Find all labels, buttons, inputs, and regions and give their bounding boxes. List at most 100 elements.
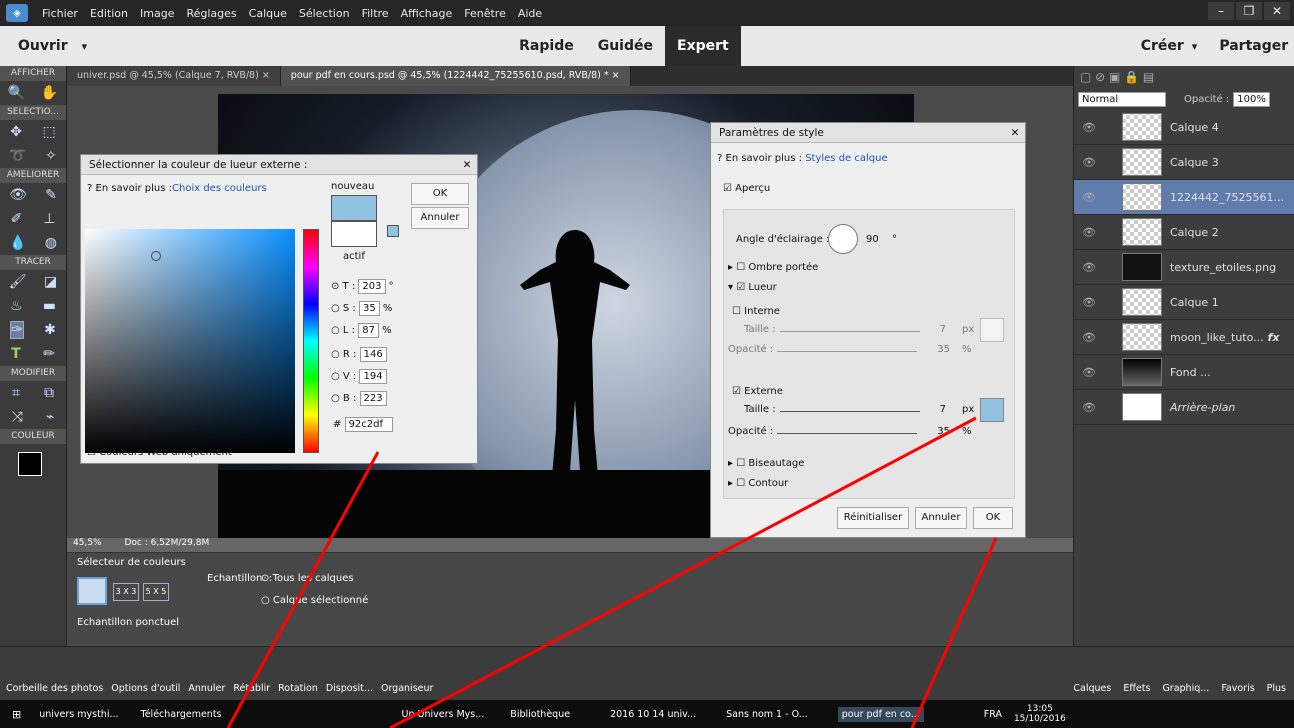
undo-button[interactable]: Annuler	[188, 683, 225, 694]
gradient-tool-icon[interactable]: ▬	[43, 298, 56, 314]
eye-icon[interactable]: 👁	[1082, 226, 1098, 239]
eye-icon[interactable]: 👁	[1082, 296, 1098, 309]
menu-reglages[interactable]: Réglages	[180, 7, 242, 20]
zoom-level[interactable]: 45,5%	[73, 538, 102, 548]
inner-color-swatch[interactable]	[980, 318, 1004, 342]
share-button[interactable]: Partager	[1219, 38, 1288, 54]
sample-5x5-button[interactable]: 5 X 5	[143, 583, 169, 601]
layer-row[interactable]: 👁 Calque 3	[1074, 145, 1294, 180]
menu-fichier[interactable]: Fichier	[36, 7, 84, 20]
smart-brush-icon[interactable]: ✐	[11, 211, 23, 227]
layer-row[interactable]: 👁 texture_etoiles.png	[1074, 250, 1294, 285]
sample-selected-radio[interactable]: ○ Calque sélectionné	[261, 595, 368, 606]
mode-guidee[interactable]: Guidée	[586, 26, 665, 66]
crop-tool-icon[interactable]: ⌗	[12, 385, 20, 401]
pencil-tool-icon[interactable]: ✏	[43, 346, 55, 362]
zoom-tool-icon[interactable]: 🔍	[8, 85, 25, 101]
menu-aide[interactable]: Aide	[512, 7, 548, 20]
hex-field[interactable]: 92c2df	[344, 417, 393, 432]
straighten-tool-icon[interactable]: ⌁	[46, 409, 54, 425]
eye-icon[interactable]: 👁	[1082, 366, 1098, 379]
foreground-color-swatch[interactable]	[18, 452, 42, 476]
menu-fenetre[interactable]: Fenêtre	[458, 7, 512, 20]
windows-start-icon[interactable]: ⊞	[12, 708, 21, 721]
text-tool-icon[interactable]: T	[11, 346, 21, 362]
drop-shadow-section[interactable]: ▸ ☐ Ombre portée	[728, 262, 818, 273]
bucket-tool-icon[interactable]: ♨	[10, 298, 23, 314]
menu-filtre[interactable]: Filtre	[356, 7, 395, 20]
angle-dial[interactable]	[828, 224, 858, 254]
inner-glow-checkbox[interactable]: ☐ Interne	[732, 306, 780, 317]
cancel-button[interactable]: Annuler	[915, 507, 967, 529]
inner-size-slider[interactable]	[779, 331, 920, 332]
layer-row[interactable]: 👁 Calque 4	[1074, 110, 1294, 145]
doc-tab-active[interactable]: pour pdf en cours.psd @ 45,5% (1224442_7…	[280, 66, 631, 86]
ok-button[interactable]: OK	[973, 507, 1013, 529]
hue-slider[interactable]	[303, 229, 319, 453]
sample-all-radio[interactable]: ⊙ Tous les calques	[261, 573, 354, 584]
color-cursor[interactable]	[151, 251, 161, 261]
outer-opacity-slider[interactable]	[777, 433, 918, 434]
hand-tool-icon[interactable]: ✋	[41, 85, 58, 101]
eyedropper-tool-icon[interactable]: ✑	[10, 321, 24, 339]
task-item[interactable]: Sans nom 1 - O...	[726, 709, 808, 720]
menu-affichage[interactable]: Affichage	[395, 7, 459, 20]
stamp-tool-icon[interactable]: ⊥	[43, 211, 55, 227]
layer-row[interactable]: 👁 Calque 1	[1074, 285, 1294, 320]
fx-icon[interactable]: fx	[1268, 331, 1280, 344]
layer-row[interactable]: 👁 moon_like_tuto... fx	[1074, 320, 1294, 355]
layout-button[interactable]: Disposit...	[326, 683, 373, 694]
favorites-panel-button[interactable]: Favoris	[1221, 683, 1254, 694]
language-indicator[interactable]: FRA	[984, 709, 1002, 720]
restore-icon[interactable]: ❐	[1236, 2, 1262, 20]
close-icon[interactable]: ✕	[1005, 123, 1025, 142]
opacity-field[interactable]: 100%	[1233, 91, 1270, 107]
photo-bin-button[interactable]: Corbeille des photos	[6, 683, 103, 694]
content-move-icon[interactable]: ⤨	[12, 409, 23, 425]
magic-wand-icon[interactable]: ✧	[45, 148, 57, 164]
style-help-link[interactable]: Styles de calque	[805, 153, 887, 164]
brush-tool-icon[interactable]: 🖌	[9, 274, 27, 290]
lum-field[interactable]: 87	[358, 323, 379, 338]
mode-rapide[interactable]: Rapide	[507, 26, 586, 66]
eye-icon[interactable]: 👁	[1082, 261, 1098, 274]
graphics-panel-button[interactable]: Graphiq...	[1162, 683, 1209, 694]
create-button[interactable]: Créer	[1141, 38, 1184, 54]
cancel-button[interactable]: Annuler	[411, 207, 469, 229]
effects-panel-button[interactable]: Effets	[1123, 683, 1150, 694]
task-item[interactable]: Téléchargements	[141, 709, 222, 720]
create-dropdown-icon[interactable]: ▾	[1192, 40, 1198, 53]
eraser-tool-icon[interactable]: ◪	[44, 274, 57, 290]
glow-section[interactable]: ▾ ☑ Lueur	[728, 282, 777, 293]
green-field[interactable]: 194	[359, 369, 387, 384]
blue-field[interactable]: 223	[359, 391, 387, 406]
ok-button[interactable]: OK	[411, 183, 469, 205]
doc-tab[interactable]: univer.psd @ 45,5% (Calque 7, RVB/8) ×	[67, 66, 281, 86]
open-dropdown-icon[interactable]: ▾	[68, 40, 88, 53]
eye-icon[interactable]: 👁	[1082, 191, 1098, 204]
blur-tool-icon[interactable]: 💧	[9, 235, 26, 251]
menu-calque[interactable]: Calque	[243, 7, 293, 20]
organizer-button[interactable]: Organiseur	[381, 683, 433, 694]
redo-button[interactable]: Rétablir	[233, 683, 270, 694]
layer-row[interactable]: 👁 Fond ...	[1074, 355, 1294, 390]
marquee-tool-icon[interactable]: ⬚	[43, 124, 56, 140]
eye-icon[interactable]: 👁	[1082, 401, 1098, 414]
sat-field[interactable]: 35	[358, 301, 380, 316]
inner-opacity-slider[interactable]	[777, 351, 918, 352]
layer-row[interactable]: 👁 Arrière-plan	[1074, 390, 1294, 425]
task-item[interactable]: Un Univers Mys...	[402, 709, 485, 720]
angle-value[interactable]: 90	[866, 234, 879, 245]
task-item[interactable]: 2016 10 14 univ...	[610, 709, 696, 720]
red-field[interactable]: 146	[359, 347, 387, 362]
current-color-swatch[interactable]	[331, 221, 377, 247]
color-field[interactable]	[85, 229, 295, 453]
rotate-button[interactable]: Rotation	[278, 683, 318, 694]
hue-field[interactable]: 203	[358, 279, 386, 294]
layer-row-selected[interactable]: 👁 1224442_7525561...	[1074, 180, 1294, 215]
mode-expert[interactable]: Expert	[665, 26, 741, 66]
red-eye-tool-icon[interactable]: 👁	[9, 187, 27, 203]
eye-icon[interactable]: 👁	[1082, 156, 1098, 169]
sample-point-button[interactable]	[77, 577, 107, 605]
task-item[interactable]: Bibliothèque	[510, 709, 570, 720]
